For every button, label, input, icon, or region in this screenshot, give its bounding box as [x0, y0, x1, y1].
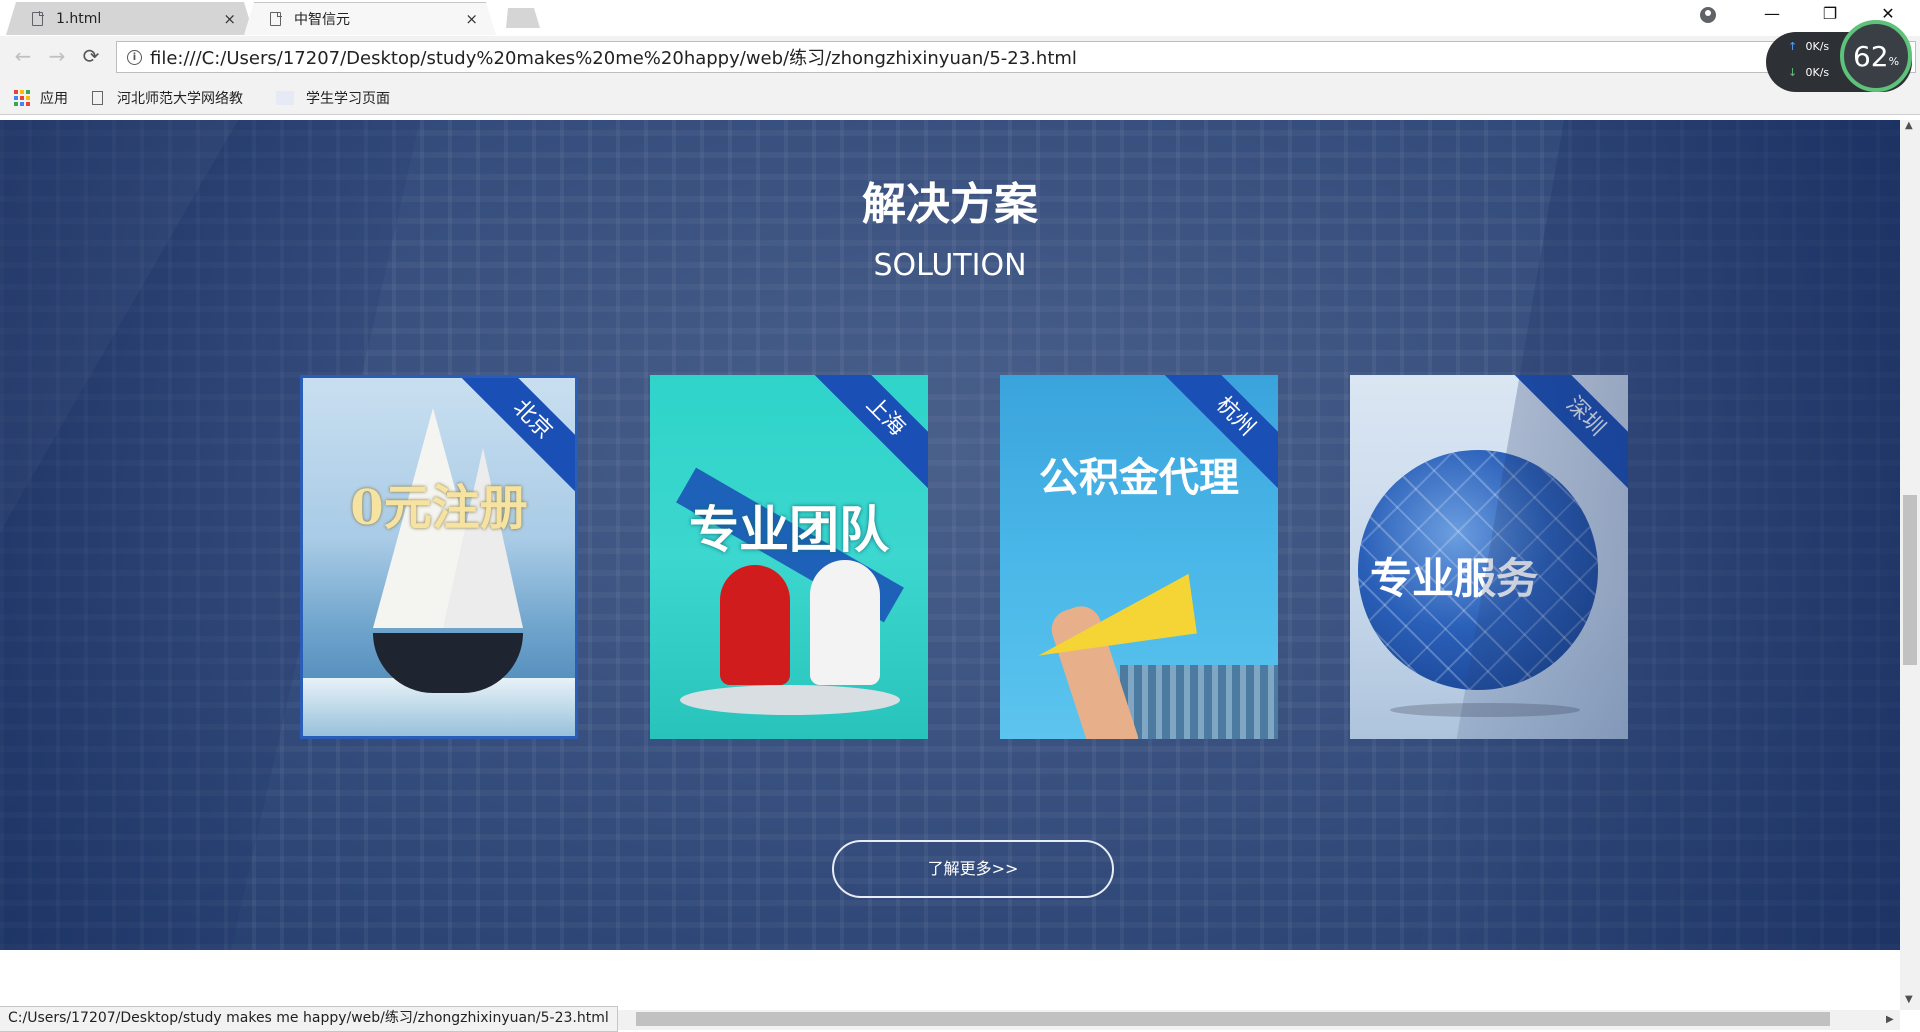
building-image [1120, 665, 1278, 739]
tab-strip: 1.html × 中智信元 × — ❐ ✕ [0, 0, 1920, 37]
document-icon [32, 11, 44, 26]
minimize-button[interactable]: — [1752, 4, 1792, 23]
tab-close-icon[interactable]: × [223, 10, 236, 28]
cpu-usage-circle[interactable]: 62% [1840, 20, 1912, 92]
apps-grid-dot [20, 90, 24, 94]
apps-grid-dot [14, 90, 18, 94]
vertical-scrollbar-thumb[interactable] [1903, 495, 1917, 665]
page-icon [276, 91, 294, 105]
card-caption: 专业服务 [1370, 554, 1539, 603]
url-text[interactable]: file:///C:/Users/17207/Desktop/study%20m… [150, 44, 1077, 70]
upload-arrow-icon: ↑ [1788, 40, 1798, 53]
upload-speed-value: 0K/s [1805, 40, 1830, 53]
bookmark-apps[interactable]: 应用 [14, 88, 68, 108]
bookmark-item[interactable]: 河北师范大学网络教 [92, 88, 243, 108]
tab-close-icon[interactable]: × [465, 10, 478, 28]
solution-card-shanghai[interactable]: 专业团队 上海 [650, 375, 928, 739]
bookmark-label: 学生学习页面 [306, 91, 390, 107]
apps-grid-dot [20, 102, 24, 106]
download-speed: ↓ 0K/s [1788, 66, 1829, 79]
city-ribbon: 上海 [810, 375, 928, 492]
document-icon [270, 11, 282, 26]
document-icon [92, 91, 103, 105]
card-caption: 专业团队 [689, 500, 889, 559]
download-arrow-icon: ↓ [1788, 66, 1798, 79]
scroll-right-arrow-icon[interactable]: ▶ [1886, 1014, 1894, 1025]
section-title: 解决方案 [862, 179, 1038, 230]
bookmark-item[interactable]: 学生学习页面 [276, 88, 390, 108]
apps-grid-dot [20, 96, 24, 100]
cpu-usage-value: 62 [1852, 39, 1889, 73]
reload-button[interactable]: ⟳ [78, 44, 104, 68]
bookmark-label: 应用 [40, 91, 68, 107]
card-caption: 公积金代理 [1039, 454, 1239, 501]
status-bar: C:/Users/17207/Desktop/study makes me ha… [0, 1006, 618, 1032]
new-tab-button[interactable] [506, 8, 540, 28]
coin-base-image [680, 685, 900, 715]
forward-button[interactable]: → [44, 44, 70, 68]
profile-icon[interactable] [1700, 7, 1716, 23]
horizontal-scrollbar-thumb[interactable] [636, 1012, 1830, 1026]
red-figure-image [720, 565, 790, 685]
bookmarks-bar: 应用 河北师范大学网络教 学生学习页面 [0, 80, 1920, 115]
apps-grid-dot [14, 96, 18, 100]
apps-grid-dot [26, 90, 30, 94]
learn-more-button[interactable]: 了解更多>> [832, 840, 1114, 898]
address-toolbar: ← → ⟳ i file:///C:/Users/17207/Desktop/s… [0, 36, 1920, 80]
download-speed-value: 0K/s [1805, 66, 1830, 79]
city-ribbon: 深圳 [1510, 375, 1628, 492]
white-figure-image [810, 560, 880, 685]
scroll-up-arrow-icon[interactable]: ▲ [1905, 120, 1913, 131]
apps-grid-dot [26, 102, 30, 106]
upload-speed: ↑ 0K/s [1788, 40, 1829, 53]
solution-card-shenzhen[interactable]: 专业服务 深圳 [1350, 375, 1628, 739]
cpu-usage-unit: % [1888, 54, 1900, 68]
page-viewport: 解决方案 SOLUTION 0元注册 北京 专业团队 上海 公积金代理 杭州 专… [0, 120, 1900, 1010]
tab-1-html[interactable]: 1.html × [6, 2, 254, 35]
tab-zhongzhixinyuan[interactable]: 中智信元 × [244, 2, 496, 35]
solution-card-beijing[interactable]: 0元注册 北京 [300, 375, 578, 739]
bookmark-label: 河北师范大学网络教 [117, 91, 243, 107]
tab-title: 1.html [56, 10, 102, 27]
address-bar[interactable]: i file:///C:/Users/17207/Desktop/study%2… [116, 41, 1916, 73]
paper-plane-image [1023, 524, 1197, 656]
solution-card-hangzhou[interactable]: 公积金代理 杭州 [1000, 375, 1278, 739]
globe-shadow [1390, 703, 1580, 717]
section-subtitle: SOLUTION [873, 248, 1027, 283]
restore-button[interactable]: ❐ [1810, 4, 1850, 23]
card-caption: 0元注册 [350, 480, 528, 536]
info-icon[interactable]: i [127, 49, 142, 65]
apps-grid-dot [26, 96, 30, 100]
back-button[interactable]: ← [10, 44, 36, 68]
solution-section: 解决方案 SOLUTION 0元注册 北京 专业团队 上海 公积金代理 杭州 专… [0, 120, 1900, 950]
scroll-down-arrow-icon[interactable]: ▼ [1905, 994, 1913, 1005]
tab-title: 中智信元 [294, 12, 350, 28]
apps-grid-icon [14, 90, 30, 106]
apps-grid-dot [14, 102, 18, 106]
